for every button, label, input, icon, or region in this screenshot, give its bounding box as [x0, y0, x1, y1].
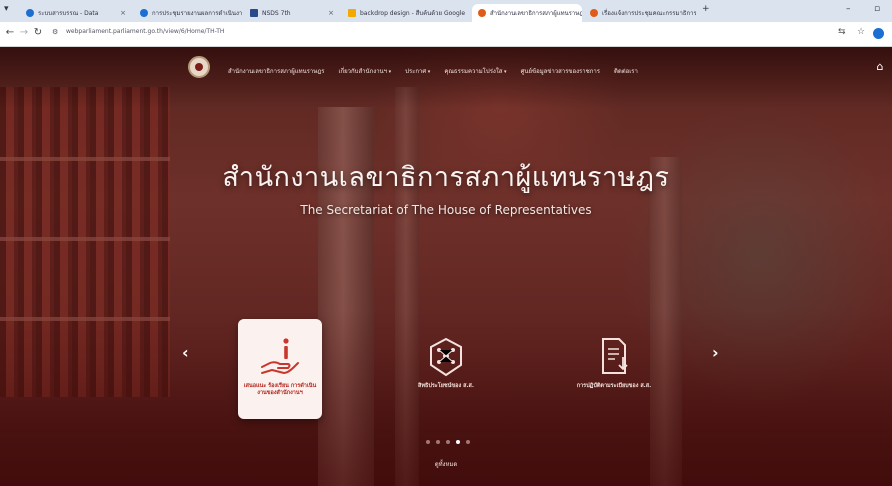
browser-tab-3[interactable]: NSDS 7th ×	[244, 4, 340, 22]
tab-favicon-icon	[348, 9, 356, 17]
carousel-next-button[interactable]: ›	[712, 343, 719, 362]
menu-item-about[interactable]: เกี่ยวกับสำนักงานฯ	[338, 66, 391, 76]
bookmark-star-icon[interactable]: ☆	[857, 27, 865, 37]
menu-item-announcements[interactable]: ประกาศ	[405, 66, 430, 76]
translate-icon[interactable]: ⇆	[838, 27, 846, 37]
close-tab-icon[interactable]: ×	[120, 9, 126, 17]
reload-icon[interactable]: ↻	[32, 27, 44, 38]
tab-title: backdrop design - สืบค้นด้วย Google	[360, 10, 466, 17]
tab-title: การประชุมรายงานผลการดำเนินงาน	[152, 10, 242, 17]
tab-title: สำนักงานเลขาธิการสภาผู้แทนราษฎร	[490, 10, 582, 17]
card-label: สิทธิประโยชน์ของ ส.ส.	[418, 383, 474, 389]
carousel-prev-button[interactable]: ‹	[182, 343, 189, 362]
tab-favicon-icon	[590, 9, 598, 17]
tab-favicon-icon	[250, 9, 258, 17]
card-label: การปฏิบัติตามระเบียบของ ส.ส.	[576, 383, 652, 389]
tab-favicon-icon	[140, 9, 148, 17]
tab-title: ระบบสารบรรณ - Data	[38, 10, 99, 17]
carousel-dot[interactable]	[436, 440, 440, 444]
page-subtitle: The Secretariat of The House of Represen…	[300, 203, 592, 217]
carousel-pagination	[426, 440, 470, 444]
browser-tab-6[interactable]: เรื่องแจ้งการประชุมคณะกรรมาธิการ ×	[584, 4, 696, 22]
card-label: เสนอแนะ ร้องเรียน การดำเนินงานของสำนักงา…	[243, 383, 317, 396]
service-card-complaint[interactable]: เสนอแนะ ร้องเรียน การดำเนินงานของสำนักงา…	[238, 319, 322, 419]
close-tab-icon[interactable]: ×	[328, 9, 334, 17]
hero-section: สำนักงานเลขาธิการสภาผู้แทนราษฎร เกี่ยวกั…	[0, 47, 892, 486]
bookshelf-decoration	[0, 87, 170, 397]
minimize-icon[interactable]: –	[846, 4, 851, 14]
view-all-link[interactable]: ดูทั้งหมด	[0, 459, 892, 469]
menu-item-info-center[interactable]: ศูนย์ข้อมูลข่าวสารของราชการ	[521, 66, 600, 76]
carousel-dot-active[interactable]	[456, 440, 460, 444]
menu-item-contact[interactable]: ติดต่อเรา	[614, 66, 638, 76]
new-tab-button[interactable]: +	[702, 4, 710, 14]
url-field[interactable]: webparliament.parliament.go.th/view/6/Ho…	[66, 28, 224, 35]
document-download-icon	[602, 338, 628, 374]
profile-avatar[interactable]	[873, 28, 884, 39]
browser-tab-2[interactable]: การประชุมรายงานผลการดำเนินงาน ×	[134, 4, 242, 22]
pillar-decoration	[395, 87, 419, 486]
service-card-regulations[interactable]: การปฏิบัติตามระเบียบของ ส.ส.	[572, 319, 656, 419]
forward-icon[interactable]: →	[18, 27, 30, 38]
site-logo[interactable]	[188, 56, 210, 78]
tab-title: NSDS 7th	[262, 9, 291, 17]
tab-title: เรื่องแจ้งการประชุมคณะกรรมาธิการ	[602, 10, 696, 17]
site-info-icon[interactable]: ⚙	[52, 28, 58, 36]
address-bar: ← → ↻ ⚙ webparliament.parliament.go.th/v…	[0, 22, 892, 47]
browser-tab-active[interactable]: สำนักงานเลขาธิการสภาผู้แทนราษฎร ×	[472, 4, 582, 22]
tab-search-icon[interactable]: ▾	[4, 4, 9, 14]
shelf-line	[0, 317, 170, 321]
window-control-icon[interactable]: ▫	[874, 4, 880, 14]
carousel-dot[interactable]	[466, 440, 470, 444]
tab-favicon-icon	[26, 9, 34, 17]
shelf-line	[0, 237, 170, 241]
home-icon[interactable]: ⌂	[874, 61, 886, 73]
service-card-benefits[interactable]: สิทธิประโยชน์ของ ส.ส.	[404, 319, 488, 419]
page-title: สำนักงานเลขาธิการสภาผู้แทนราษฎร	[222, 162, 670, 193]
hero-overlay	[0, 47, 892, 486]
hexagon-network-icon	[430, 337, 462, 377]
menu-item-transparency[interactable]: คุณธรรมความโปร่งใส	[444, 66, 506, 76]
main-menu: สำนักงานเลขาธิการสภาผู้แทนราษฎร เกี่ยวกั…	[228, 66, 638, 76]
back-icon[interactable]: ←	[4, 27, 16, 38]
hand-info-icon	[261, 338, 299, 374]
menu-item-home[interactable]: สำนักงานเลขาธิการสภาผู้แทนราษฎร	[228, 66, 324, 76]
browser-tab-4[interactable]: backdrop design - สืบค้นด้วย Google ×	[342, 4, 470, 22]
browser-tab-1[interactable]: ระบบสารบรรณ - Data ×	[20, 4, 132, 22]
carousel-dot[interactable]	[446, 440, 450, 444]
close-tab-icon[interactable]: ×	[469, 9, 470, 17]
site-header: สำนักงานเลขาธิการสภาผู้แทนราษฎร เกี่ยวกั…	[0, 47, 892, 91]
carousel-dot[interactable]	[426, 440, 430, 444]
tab-favicon-icon	[478, 9, 486, 17]
browser-tab-bar: ▾ ระบบสารบรรณ - Data × การประชุมรายงานผล…	[0, 0, 892, 22]
